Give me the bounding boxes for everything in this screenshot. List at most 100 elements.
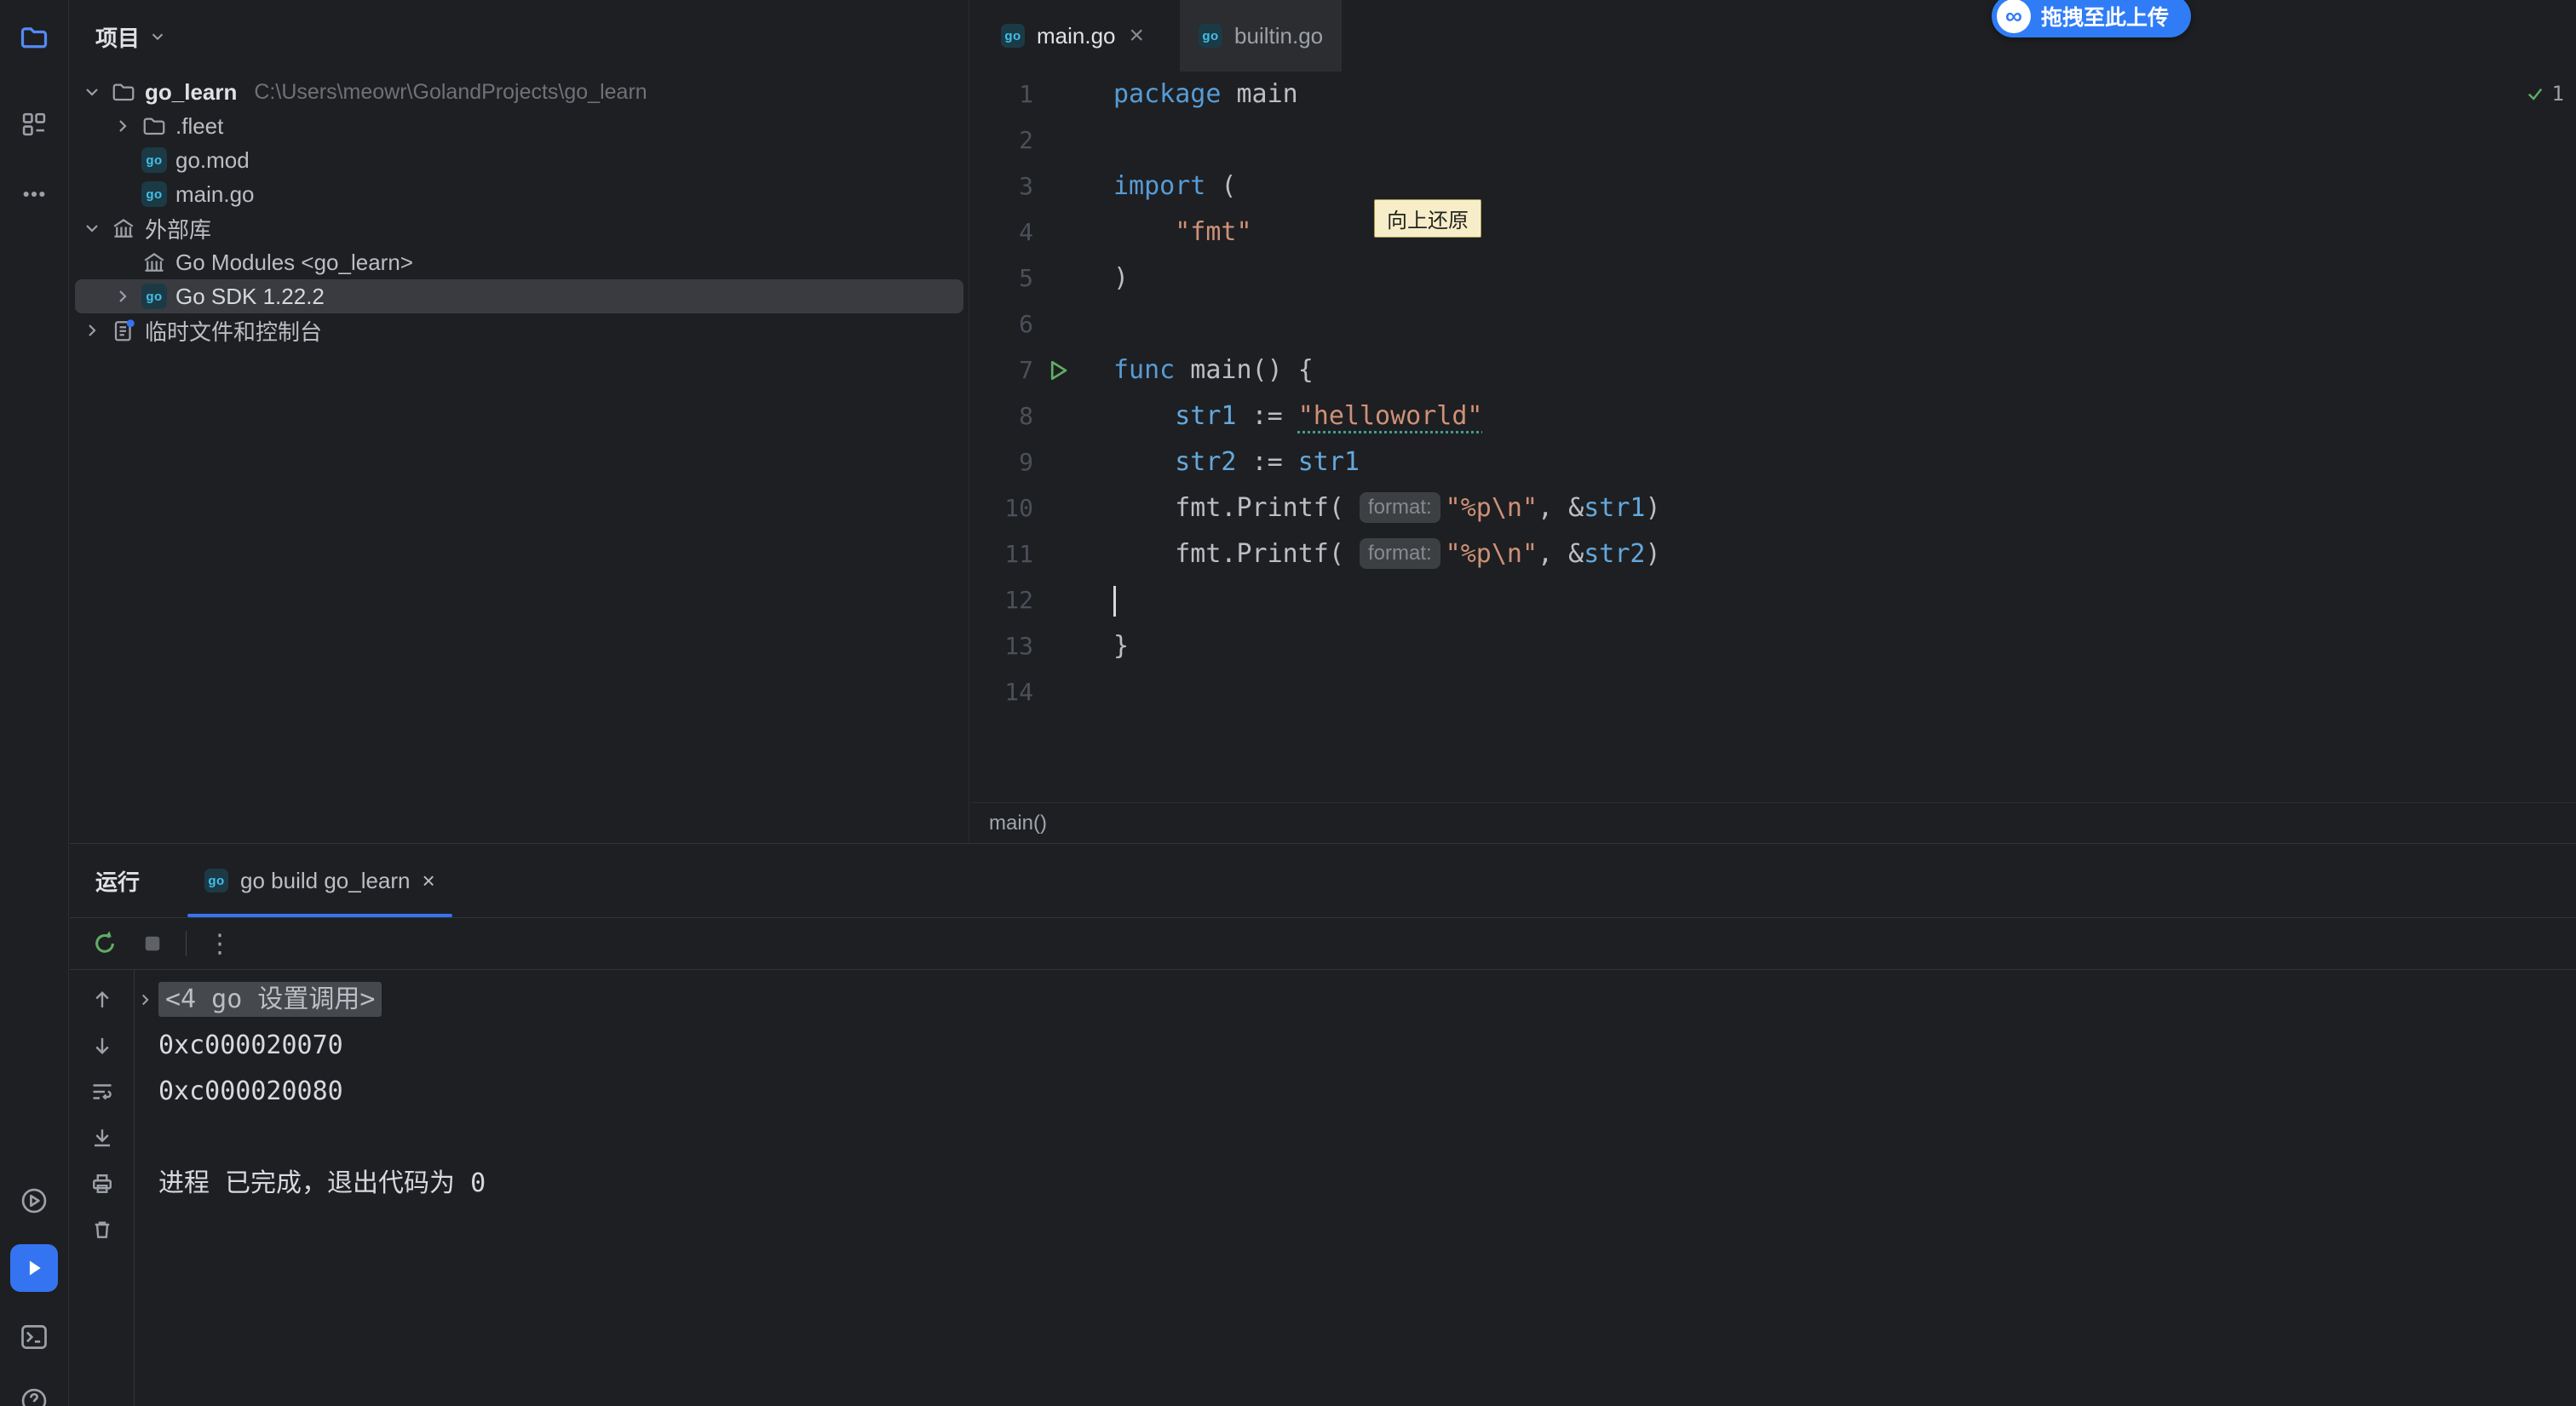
code-line-14[interactable]: 14 — [970, 669, 2576, 715]
code-text: import ( — [1113, 164, 1237, 209]
line-number[interactable]: 9 — [970, 439, 1033, 485]
tree-item-scratches[interactable]: 临时文件和控制台 — [70, 313, 969, 347]
tree-item-main-go[interactable]: go main.go — [70, 177, 969, 211]
tree-item-go-mod[interactable]: go go.mod — [70, 143, 969, 177]
print-button[interactable] — [88, 1169, 117, 1198]
rerun-button[interactable] — [90, 929, 119, 958]
gutter — [1033, 255, 1113, 301]
run-panel-header: 运行 go go build go_learn × — [70, 844, 2576, 917]
console-output[interactable]: <4 go 设置调用>0xc0000200700xc000020080进程 已完… — [135, 970, 2576, 1406]
fold-chevron-icon[interactable] — [136, 990, 155, 1009]
gutter — [1033, 118, 1113, 164]
run-circle-icon — [19, 1185, 49, 1216]
code-line-7[interactable]: 7func main() { — [970, 347, 2576, 393]
terminal-tool-button[interactable] — [10, 1313, 58, 1361]
line-number[interactable]: 10 — [970, 485, 1033, 531]
gutter — [1033, 72, 1113, 118]
code-text: } — [1113, 623, 1129, 669]
structure-tool-button[interactable] — [10, 100, 58, 148]
go-file-icon: go — [204, 869, 228, 892]
line-number[interactable]: 11 — [970, 531, 1033, 577]
tab-close-icon[interactable]: × — [1130, 23, 1145, 49]
upload-label: 拖拽至此上传 — [2041, 1, 2169, 32]
folded-region[interactable]: <4 go 设置调用> — [158, 982, 382, 1017]
run-tool-button[interactable] — [10, 1244, 58, 1292]
line-number[interactable]: 5 — [970, 255, 1033, 301]
line-number[interactable]: 4 — [970, 209, 1033, 255]
code-line-8[interactable]: 8 str1 := "helloworld" — [970, 393, 2576, 439]
line-number[interactable]: 1 — [970, 72, 1033, 118]
prev-occurrence-button[interactable] — [88, 985, 117, 1014]
gutter — [1033, 393, 1113, 439]
code-line-5[interactable]: 5) — [970, 255, 2576, 301]
line-number[interactable]: 3 — [970, 164, 1033, 209]
soft-wrap-button[interactable] — [88, 1077, 117, 1106]
line-number[interactable]: 12 — [970, 577, 1033, 623]
code-line-10[interactable]: 10 fmt.Printf( format:"%p\n", &str1) — [970, 485, 2576, 531]
more-tool-windows-button[interactable] — [10, 170, 58, 218]
line-number[interactable]: 14 — [970, 669, 1033, 715]
project-panel-header[interactable]: 项目 — [70, 0, 969, 73]
chevron-down-icon[interactable] — [82, 218, 102, 238]
line-number[interactable]: 8 — [970, 393, 1033, 439]
gutter — [1033, 439, 1113, 485]
project-tool-button[interactable] — [10, 14, 58, 61]
tooltip-restore-up: 向上还原 — [1374, 199, 1481, 238]
line-number[interactable]: 7 — [970, 347, 1033, 393]
code-line-11[interactable]: 11 fmt.Printf( format:"%p\n", &str2) — [970, 531, 2576, 577]
tree-item-go-sdk[interactable]: go Go SDK 1.22.2 — [75, 279, 963, 313]
inspection-count: 1 — [2552, 82, 2564, 106]
gutter — [1033, 347, 1113, 393]
chevron-down-icon[interactable] — [82, 82, 102, 102]
code-line-12[interactable]: 12 — [970, 577, 2576, 623]
run-tab-go-build[interactable]: go go build go_learn × — [187, 844, 452, 917]
breadcrumb-main[interactable]: main() — [989, 812, 1047, 835]
run-line-icon[interactable] — [1045, 358, 1071, 383]
gutter — [1033, 577, 1113, 623]
code-line-4[interactable]: 4 "fmt" — [970, 209, 2576, 255]
tree-item-label: go.mod — [175, 147, 250, 174]
terminal-icon — [19, 1322, 49, 1352]
line-number[interactable]: 6 — [970, 301, 1033, 347]
scroll-to-end-button[interactable] — [88, 1123, 117, 1152]
library-icon — [111, 215, 136, 241]
run-play-icon — [20, 1254, 49, 1283]
folder-icon — [111, 79, 136, 105]
tree-item-go-modules[interactable]: Go Modules <go_learn> — [70, 245, 969, 279]
tree-item-go-learn[interactable]: go_learn C:\Users\meowr\GolandProjects\g… — [70, 75, 969, 109]
code-line-2[interactable]: 2 — [970, 118, 2576, 164]
chevron-right-icon[interactable] — [112, 116, 133, 136]
line-number[interactable]: 13 — [970, 623, 1033, 669]
tree-item-label: main.go — [175, 181, 255, 208]
clear-console-button[interactable] — [88, 1215, 117, 1244]
code-line-6[interactable]: 6 — [970, 301, 2576, 347]
help-button[interactable] — [10, 1377, 58, 1406]
code-line-9[interactable]: 9 str2 := str1 — [970, 439, 2576, 485]
next-occurrence-button[interactable] — [88, 1031, 117, 1060]
services-tool-button[interactable] — [10, 1177, 58, 1225]
line-number[interactable]: 2 — [970, 118, 1033, 164]
more-options-icon[interactable]: ⋮ — [207, 929, 233, 959]
editor-tab-builtin-go[interactable]: go builtin.go — [1180, 0, 1342, 72]
project-panel: 项目 go_learn C:\Users\meowr\GolandProject… — [70, 0, 969, 843]
code-editor[interactable]: 1package main23 import (4 "fmt"5)67func m… — [970, 72, 2576, 802]
console-toolbar — [70, 970, 135, 1406]
go-file-icon: go — [141, 181, 167, 207]
tab-label: main.go — [1037, 23, 1116, 49]
tree-item-fleet[interactable]: .fleet — [70, 109, 969, 143]
project-root-path: C:\Users\meowr\GolandProjects\go_learn — [254, 80, 647, 105]
chevron-right-icon[interactable] — [112, 286, 133, 307]
code-line-13[interactable]: 13} — [970, 623, 2576, 669]
chevron-right-icon[interactable] — [82, 320, 102, 341]
gutter — [1033, 669, 1113, 715]
run-tab-close-icon[interactable]: × — [423, 868, 435, 894]
editor-tab-main-go[interactable]: go main.go × — [982, 0, 1163, 72]
upload-overlay[interactable]: ∞ 拖拽至此上传 — [1992, 0, 2191, 37]
inspection-widget[interactable]: 1 — [2525, 82, 2564, 106]
code-line-3[interactable]: 3 import ( — [970, 164, 2576, 209]
code-line-1[interactable]: 1package main — [970, 72, 2576, 118]
code-text: fmt.Printf( format:"%p\n", &str1) — [1113, 485, 1661, 531]
tree-item-label: 外部库 — [145, 213, 211, 244]
stop-button[interactable] — [140, 931, 165, 956]
tree-item-external-libraries[interactable]: 外部库 — [70, 211, 969, 245]
